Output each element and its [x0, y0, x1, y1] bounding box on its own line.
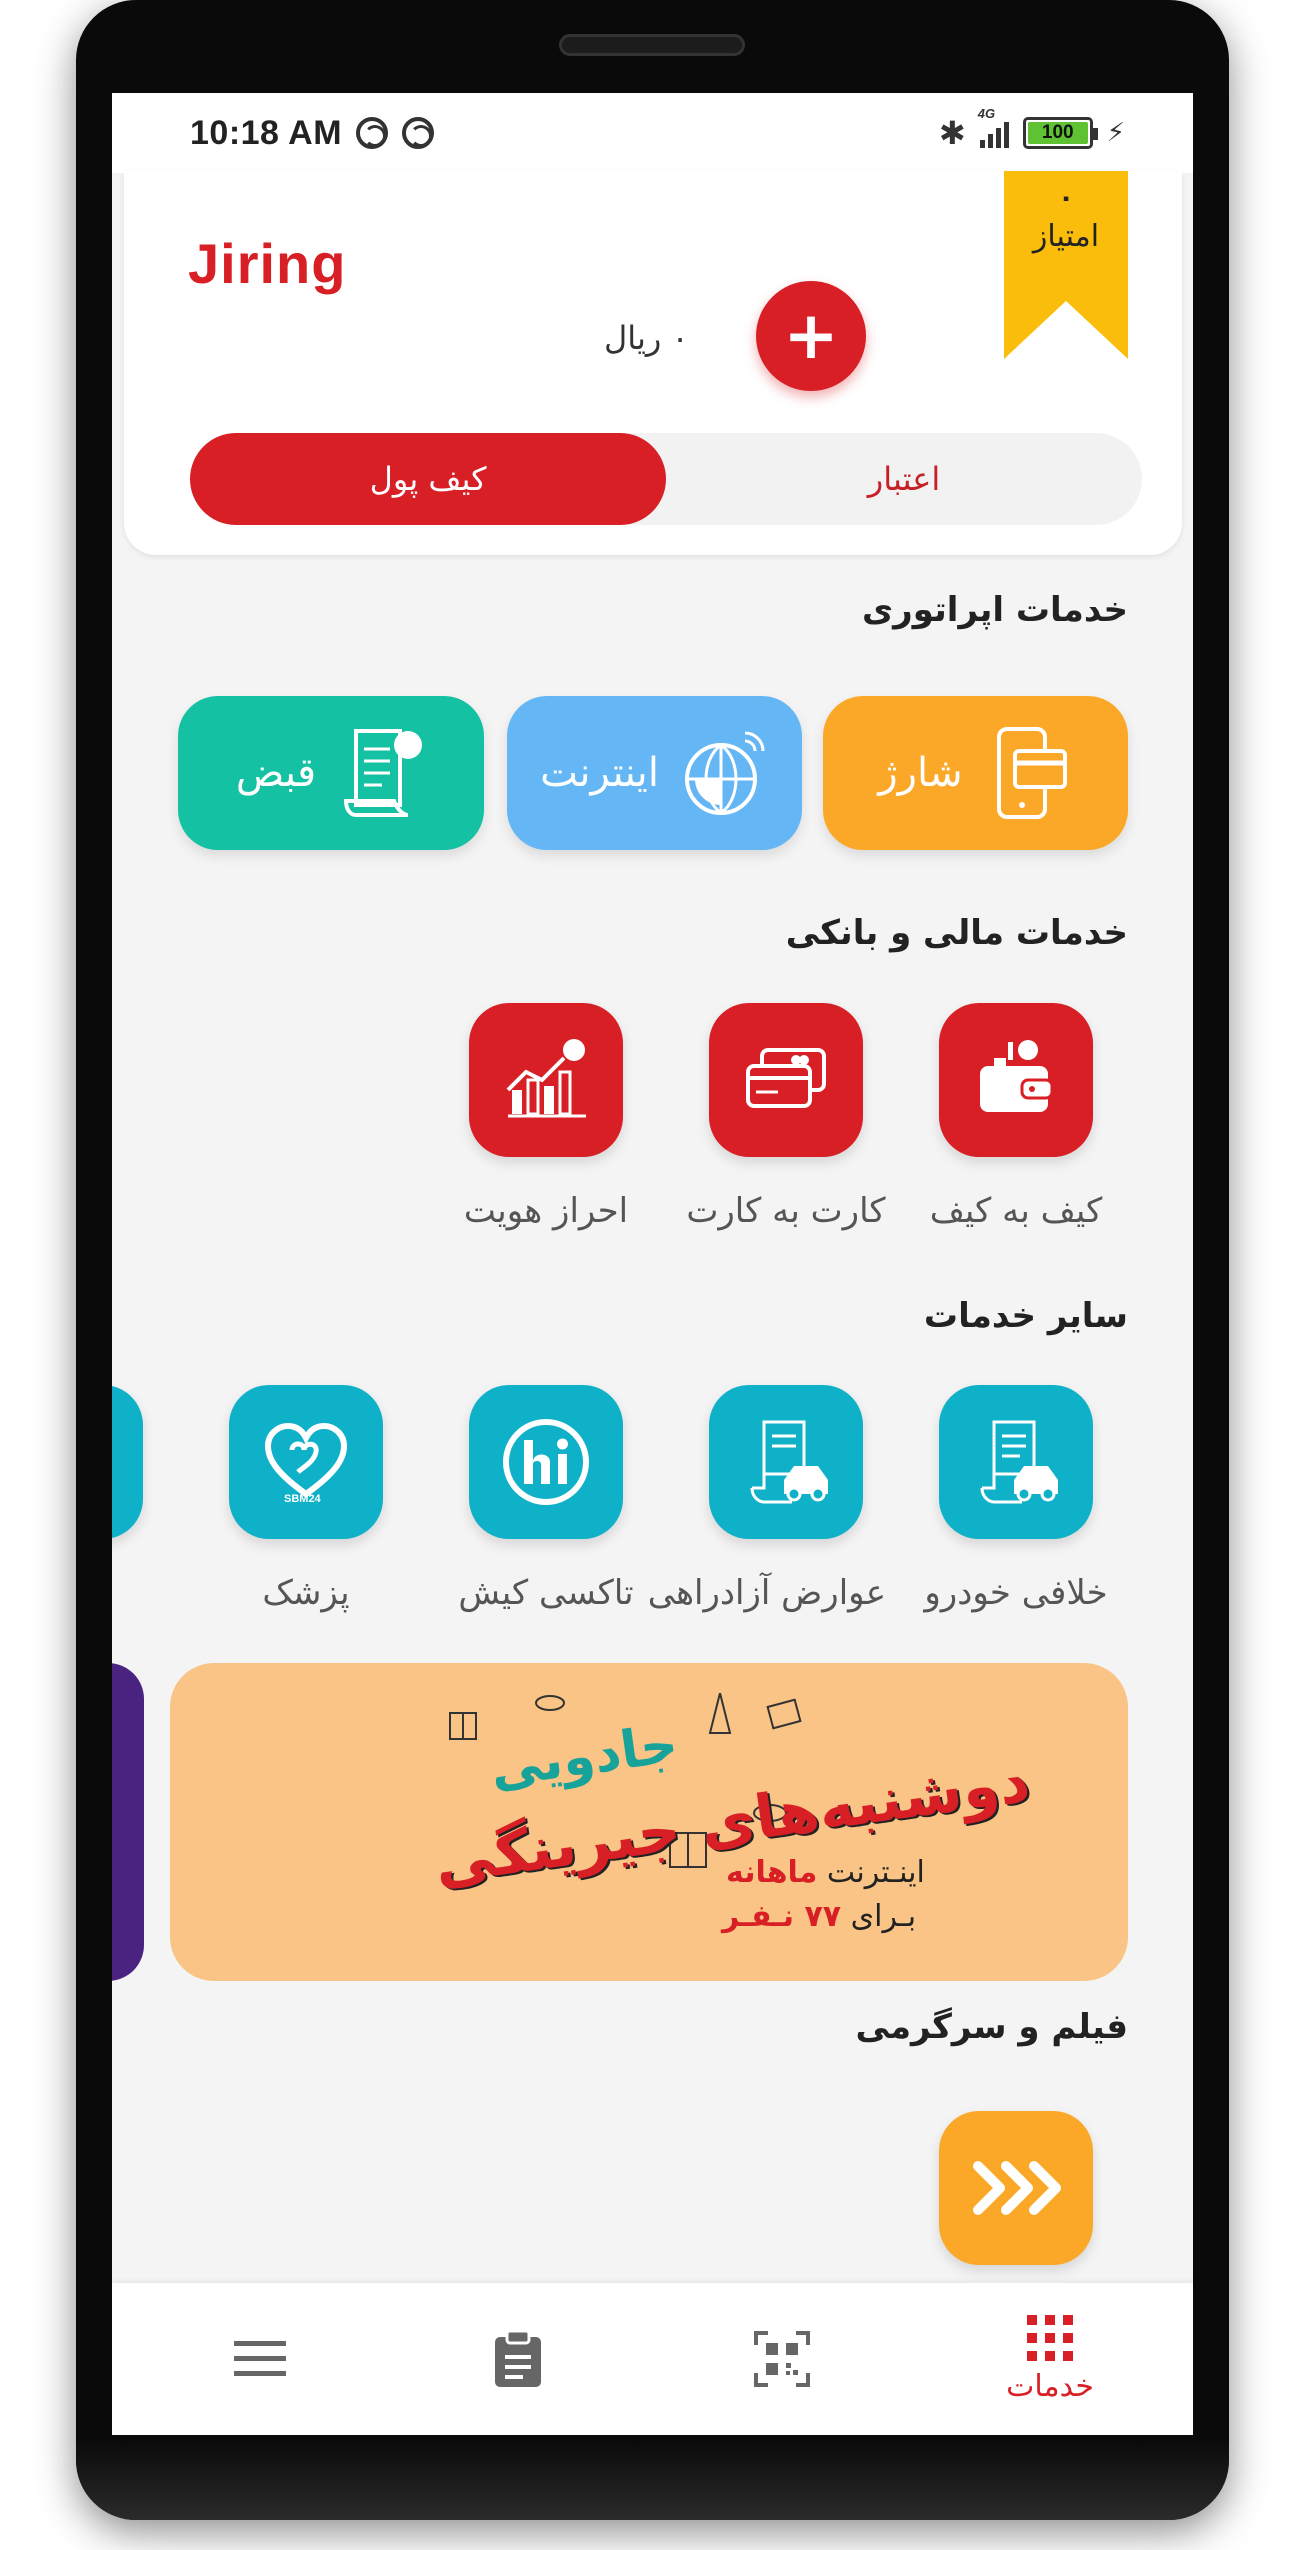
identity-verification-label: احراز هویت — [463, 1191, 629, 1231]
wallet-transfer-tile — [939, 1003, 1093, 1157]
fast-forward-icon — [973, 2161, 1061, 2215]
bill-icon — [344, 729, 423, 817]
notification-icon — [356, 117, 389, 149]
section-title-other: سایر خدمات — [923, 1296, 1128, 1336]
growth-chart-icon — [506, 1039, 586, 1118]
bluetooth-icon: ✱ — [938, 114, 966, 152]
banner-line-2b: ۷۷ نـفـر — [722, 1899, 842, 1934]
doctor-button[interactable]: SBM24 پزشک — [206, 1385, 406, 1613]
bottom-navigation: خدمات — [112, 2283, 1193, 2435]
hi-logo-icon — [503, 1419, 589, 1505]
car-fines-button[interactable]: خلافی خودرو — [916, 1385, 1116, 1613]
promo-banner[interactable]: جادویی دوشنبه‌های جیرینگی اینـترنت ماهان… — [170, 1663, 1128, 1981]
points-label: امتیاز — [1032, 219, 1100, 254]
identity-tile — [469, 1003, 623, 1157]
more-service-button[interactable]: فر — [112, 1385, 166, 1613]
banner-line-2a: بـرای — [841, 1899, 917, 1934]
app-screen: 10:18 AM ✱ 4G 100 ⚡ Jiring ۰ امتیاز + ۰ … — [112, 93, 1193, 2435]
more-service-label: فر — [112, 1573, 166, 1613]
qr-scan-icon — [754, 2331, 810, 2387]
globe-wifi-icon — [684, 731, 765, 815]
bill-label: قبض — [235, 750, 317, 796]
nav-qr-scan[interactable] — [692, 2283, 872, 2435]
plus-icon: + — [783, 297, 839, 374]
app-logo: Jiring — [188, 232, 347, 295]
kish-taxi-button[interactable]: تاکسی کیش — [446, 1385, 646, 1613]
card-to-card-button[interactable]: کارت به کارت — [686, 1003, 886, 1231]
battery-level: 100 — [1027, 122, 1088, 144]
grid-icon — [1027, 2314, 1073, 2361]
highway-tolls-button[interactable]: عوارض آزادراهی — [647, 1385, 886, 1613]
banner-line-2: بـرای ۷۷ نـفـر — [722, 1899, 916, 1934]
speaker-grille — [559, 34, 745, 56]
wallet-to-wallet-button[interactable]: کیف به کیف — [916, 1003, 1116, 1231]
cards-icon — [746, 1048, 826, 1108]
phone-card-icon — [996, 727, 1067, 819]
car-receipt-icon — [980, 1420, 1058, 1504]
car-fines-tile — [939, 1385, 1093, 1539]
charge-label: شارژ — [878, 750, 963, 796]
hamburger-menu-icon — [234, 2341, 286, 2376]
internet-label: اینترنت — [540, 750, 659, 796]
banner-line-1: اینـترنت ماهانه — [726, 1855, 925, 1890]
wallet-tabs: اعتبار کیف پول — [190, 433, 1142, 525]
kish-taxi-label: تاکسی کیش — [458, 1573, 634, 1613]
card-to-card-label: کارت به کارت — [686, 1191, 886, 1231]
points-text: ۰ امتیاز — [1004, 183, 1128, 254]
banner-previous-slide[interactable] — [112, 1663, 144, 1981]
battery-icon: 100 — [1022, 117, 1098, 149]
card-transfer-tile — [709, 1003, 863, 1157]
status-left: 10:18 AM — [190, 113, 435, 153]
doctor-label: پزشک — [262, 1573, 350, 1613]
kish-taxi-tile — [469, 1385, 623, 1539]
highway-tolls-label: عوارض آزادراهی — [647, 1573, 886, 1613]
heart-logo-icon: SBM24 — [264, 1422, 348, 1505]
identity-verification-button[interactable]: احراز هویت — [446, 1003, 646, 1231]
car-fines-label: خلافی خودرو — [924, 1573, 1108, 1613]
add-funds-button[interactable]: + — [756, 281, 866, 391]
clipboard-icon — [495, 2329, 541, 2387]
banner-line-1b: ماهانه — [726, 1855, 818, 1890]
sbm-badge: SBM24 — [284, 1493, 322, 1505]
points-value: ۰ — [1058, 183, 1074, 213]
phone-bottom — [76, 2440, 1229, 2520]
nav-services[interactable]: خدمات — [960, 2283, 1140, 2435]
nav-menu[interactable] — [170, 2283, 350, 2435]
internet-button[interactable]: اینترنت — [507, 696, 802, 850]
more-service-tile — [112, 1385, 143, 1539]
wallet-to-wallet-label: کیف به کیف — [929, 1191, 1103, 1231]
bill-button[interactable]: قبض — [178, 696, 484, 850]
entertainment-button[interactable] — [939, 2111, 1093, 2265]
charge-button[interactable]: شارژ — [823, 696, 1128, 850]
status-right: ✱ 4G 100 ⚡ — [938, 106, 1125, 152]
status-bar: 10:18 AM ✱ 4G 100 ⚡ — [112, 93, 1193, 173]
doctor-tile: SBM24 — [229, 1385, 383, 1539]
network-type: 4G — [977, 106, 996, 121]
toll-receipt-icon — [750, 1420, 828, 1504]
wallet-icon — [980, 1040, 1054, 1112]
nav-services-label: خدمات — [1006, 2368, 1094, 2404]
wallet-card: Jiring ۰ امتیاز + ۰ ریال اعتبار کیف پول — [124, 171, 1182, 555]
banner-line-1a: اینـترنت — [817, 1855, 925, 1890]
notification-icon — [402, 117, 435, 149]
charging-icon: ⚡ — [1106, 118, 1125, 148]
balance-amount: ۰ ریال — [604, 319, 689, 357]
section-title-entertainment: فیلم و سرگرمی — [855, 2007, 1128, 2047]
highway-tolls-tile — [709, 1385, 863, 1539]
signal-icon: 4G — [978, 106, 1009, 148]
status-time: 10:18 AM — [190, 113, 343, 152]
tab-credit[interactable]: اعتبار — [666, 433, 1142, 525]
nav-transactions[interactable] — [428, 2283, 608, 2435]
tab-wallet[interactable]: کیف پول — [190, 433, 666, 525]
section-title-financial: خدمات مالی و بانکی — [785, 913, 1128, 953]
section-title-operator: خدمات اپراتوری — [861, 590, 1128, 630]
